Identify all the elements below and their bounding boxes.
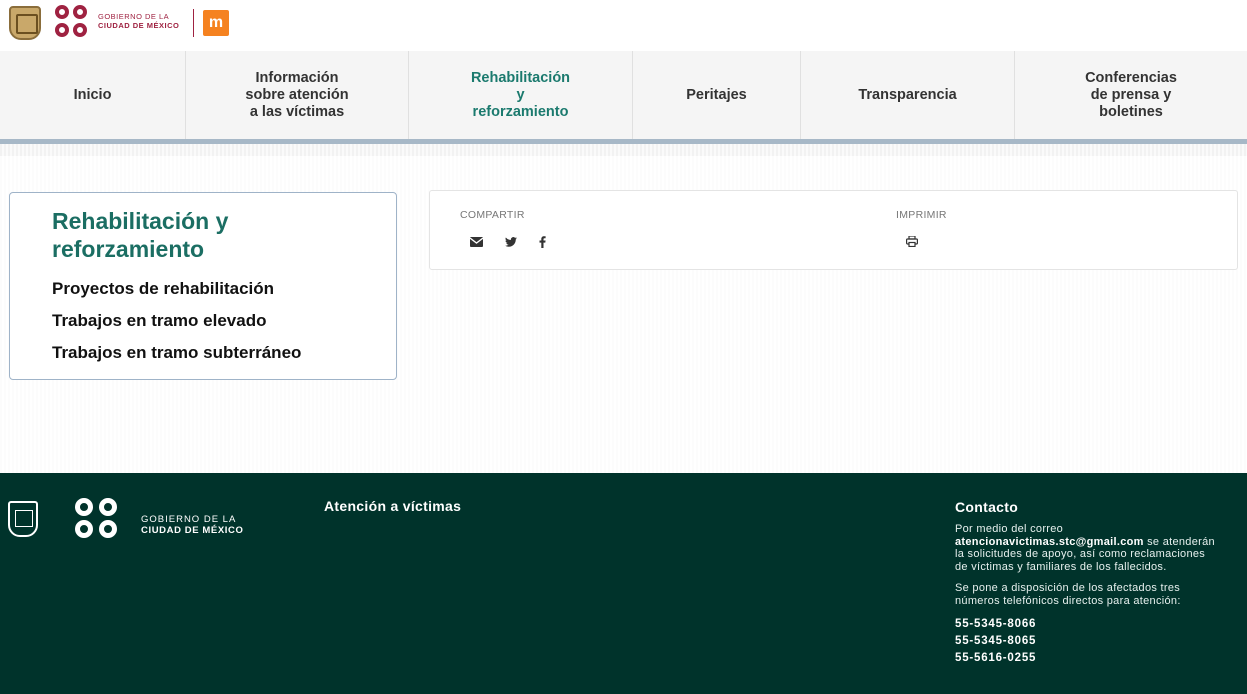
sidebar-title: Rehabilitación y reforzamiento — [52, 208, 229, 262]
nav-item-informacion-victimas[interactable]: Información sobre atención a las víctima… — [186, 51, 409, 139]
nav-item-inicio[interactable]: Inicio — [0, 51, 186, 139]
footer-section-heading: Atención a víctimas — [324, 498, 462, 514]
footer-gov-text[interactable]: GOBIERNO DE LA CIUDAD DE MÉXICO — [141, 514, 244, 536]
contact-email-paragraph: Por medio del correo atencionavictimas.s… — [955, 523, 1220, 573]
footer-gov-line-1: GOBIERNO DE LA — [141, 514, 237, 525]
sidebar-link-proyectos[interactable]: Proyectos de rehabilitación — [52, 273, 396, 305]
twitter-icon[interactable] — [505, 237, 517, 247]
cdmx-logo-icon[interactable] — [55, 5, 91, 41]
gov-logo-text[interactable]: GOBIERNO DE LA CIUDAD DE MÉXICO — [98, 12, 179, 30]
contact-heading: Contacto — [955, 499, 1019, 515]
print-label: IMPRIMIR — [896, 209, 947, 221]
top-logo-bar: GOBIERNO DE LA CIUDAD DE MÉXICO m — [0, 0, 1247, 48]
nav-item-rehabilitacion[interactable]: Rehabilitación y reforzamiento — [409, 51, 633, 139]
envelope-icon[interactable] — [470, 237, 483, 247]
logo-divider — [193, 9, 194, 37]
nav-item-transparencia[interactable]: Transparencia — [801, 51, 1015, 139]
footer-shield-icon[interactable] — [8, 501, 38, 537]
contact-phones-intro: Se pone a disposición de los afectados t… — [955, 582, 1181, 607]
contact-text-before: Por medio del correo — [955, 523, 1064, 535]
gov-line-2: CIUDAD DE MÉXICO — [98, 21, 180, 30]
site-footer: GOBIERNO DE LA CIUDAD DE MÉXICO Atención… — [0, 473, 1247, 694]
gov-line-1: GOBIERNO DE LA — [98, 12, 170, 21]
cdmx-shield-icon[interactable] — [9, 6, 41, 40]
nav-item-conferencias[interactable]: Conferencias de prensa y boletines — [1015, 51, 1247, 139]
print-icons — [906, 236, 918, 247]
phone-number[interactable]: 55-5616-0255 — [955, 650, 1220, 667]
share-print-panel: COMPARTIR IMPRIMIR — [429, 190, 1238, 270]
section-sidebar: Rehabilitación y reforzamiento Proyectos… — [9, 192, 397, 380]
main-content: Rehabilitación y reforzamiento Proyectos… — [0, 156, 1247, 473]
share-icons — [470, 236, 546, 248]
contact-email[interactable]: atencionavictimas.stc@gmail.com — [955, 536, 1144, 548]
facebook-icon[interactable] — [539, 236, 546, 248]
phone-number[interactable]: 55-5345-8066 — [955, 616, 1220, 633]
sidebar-links: Proyectos de rehabilitación Trabajos en … — [52, 273, 396, 369]
footer-contact: Contacto Por medio del correo atencionav… — [955, 499, 1220, 667]
print-icon[interactable] — [906, 236, 918, 247]
contact-phone-list: 55-5345-8066 55-5345-8065 55-5616-0255 — [955, 616, 1220, 667]
main-nav: Inicio Información sobre atención a las … — [0, 51, 1247, 139]
phone-number[interactable]: 55-5345-8065 — [955, 633, 1220, 650]
footer-cdmx-logo-icon[interactable] — [75, 498, 125, 546]
footer-gov-line-2: CIUDAD DE MÉXICO — [141, 525, 244, 536]
sidebar-link-tramo-elevado[interactable]: Trabajos en tramo elevado — [52, 305, 396, 337]
sidebar-link-tramo-subterraneo[interactable]: Trabajos en tramo subterráneo — [52, 337, 396, 369]
metro-m-logo-icon[interactable]: m — [203, 10, 229, 36]
decorative-stripe — [0, 144, 1247, 156]
share-label: COMPARTIR — [460, 209, 525, 221]
nav-item-peritajes[interactable]: Peritajes — [633, 51, 801, 139]
